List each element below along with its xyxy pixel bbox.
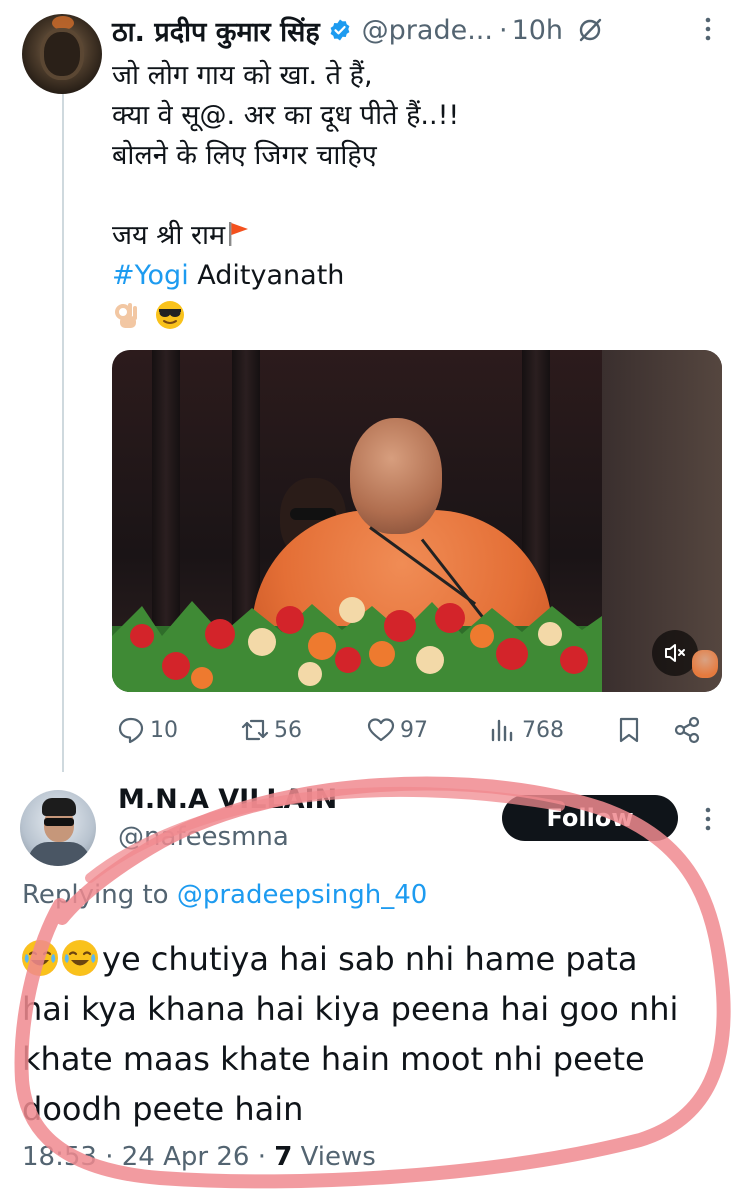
reply-icon [118,717,144,744]
reply-author-name[interactable]: M.N.A VILLAIN [118,784,337,815]
replying-to-mention[interactable]: @pradeepsingh_40 [177,880,427,910]
more-options-icon[interactable] [700,806,716,832]
saffron-flag-icon [229,222,249,246]
analytics-icon [491,719,513,742]
tweet-line-3: बोलने के लिए जिगर चाहिए [112,140,377,171]
thread-connector-line [62,92,64,772]
tweet-line-1: जो लोग गाय को खा. ते हैं, [112,60,373,91]
reply-count: 10 [150,717,178,743]
avatar-face [44,32,80,76]
header-separator: · [498,14,508,46]
reply-line-3: khate maas khate hain moot nhi peete [22,1040,645,1078]
follow-button[interactable]: Follow [502,795,678,841]
like-count: 97 [400,717,428,743]
mute-toggle-button[interactable] [652,630,698,676]
share-button[interactable] [672,708,706,752]
jai-shri-ram-text: जय श्री राम [112,220,226,251]
view-count: 768 [522,717,564,743]
tweet-line-emojis [112,296,722,336]
reply-date[interactable]: 24 Apr 26 [122,1142,250,1172]
replying-prefix: Replying to [22,880,177,910]
sunglasses-emoji-icon [155,301,184,329]
repost-icon [241,719,269,741]
replying-to-line: Replying to @pradeepsingh_40 [22,880,427,910]
tweet-time[interactable]: 10h [512,15,563,46]
views-button[interactable]: 768 [488,708,564,752]
reply-text-1: ye chutiya hai sab nhi hame pata [102,940,638,978]
tears-of-joy-emoji-icon [22,940,58,976]
meta-separator: · [257,1142,266,1172]
reply-views-count: 7 [274,1142,293,1172]
tweet-line-hashtag: #Yogi Adityanath [112,256,722,296]
tweet-video[interactable] [112,350,722,692]
avatar-glow [52,16,74,30]
share-icon [674,716,700,744]
hashtag-link[interactable]: #Yogi [112,260,189,291]
bookmark-icon [619,717,639,743]
verified-badge-icon [330,19,350,41]
tweet-line-jai: जय श्री राम [112,216,722,256]
meta-separator: · [105,1142,114,1172]
reply-body: ye chutiya hai sab nhi hame pata hai kya… [22,934,722,1134]
bookmark-button[interactable] [614,708,648,752]
tears-of-joy-emoji-icon [62,940,98,976]
flower-arrangement [112,597,602,692]
reply-line-2: hai kya khana hai kiya peena hai goo nhi [22,990,679,1028]
reply-time[interactable]: 18:53 [22,1142,97,1172]
more-options-icon[interactable] [700,16,716,42]
grok-icon[interactable] [577,17,603,43]
reply-author-avatar[interactable] [20,790,96,866]
speaker-muted-icon [665,644,685,662]
repost-button[interactable]: 56 [240,708,302,752]
reply-metadata: 18:53 · 24 Apr 26 · 7 Views [22,1142,376,1172]
reply-author-handle[interactable]: @nafeesmna [118,822,289,852]
like-button[interactable]: 97 [366,708,428,752]
video-speaker-head [350,418,442,534]
heart-icon [367,718,395,742]
ok-hand-emoji-icon [115,303,137,328]
video-thumbnail-overlay [692,650,718,678]
tweet-header: ठा. प्रदीप कुमार सिंह @prade... · 10h [112,6,732,54]
hashtag-rest-text: Adityanath [188,260,345,291]
reply-views-label: Views [300,1142,376,1172]
author-handle[interactable]: @prade... [362,15,493,46]
author-name[interactable]: ठा. प्रदीप कुमार सिंह [112,12,320,49]
author-avatar[interactable] [22,14,102,94]
tweet-line-2: क्या वे सू@. अर का दूध पीते हैं..!! [112,100,460,131]
reply-button[interactable]: 10 [116,708,178,752]
tweet-action-bar: 10 56 97 768 [112,708,712,752]
reply-line-4: doodh peete hain [22,1090,304,1128]
reply-line-1: ye chutiya hai sab nhi hame pata [22,934,722,984]
repost-count: 56 [274,717,302,743]
tweet-body: जो लोग गाय को खा. ते हैं, क्या वे सू@. अ… [112,56,722,336]
